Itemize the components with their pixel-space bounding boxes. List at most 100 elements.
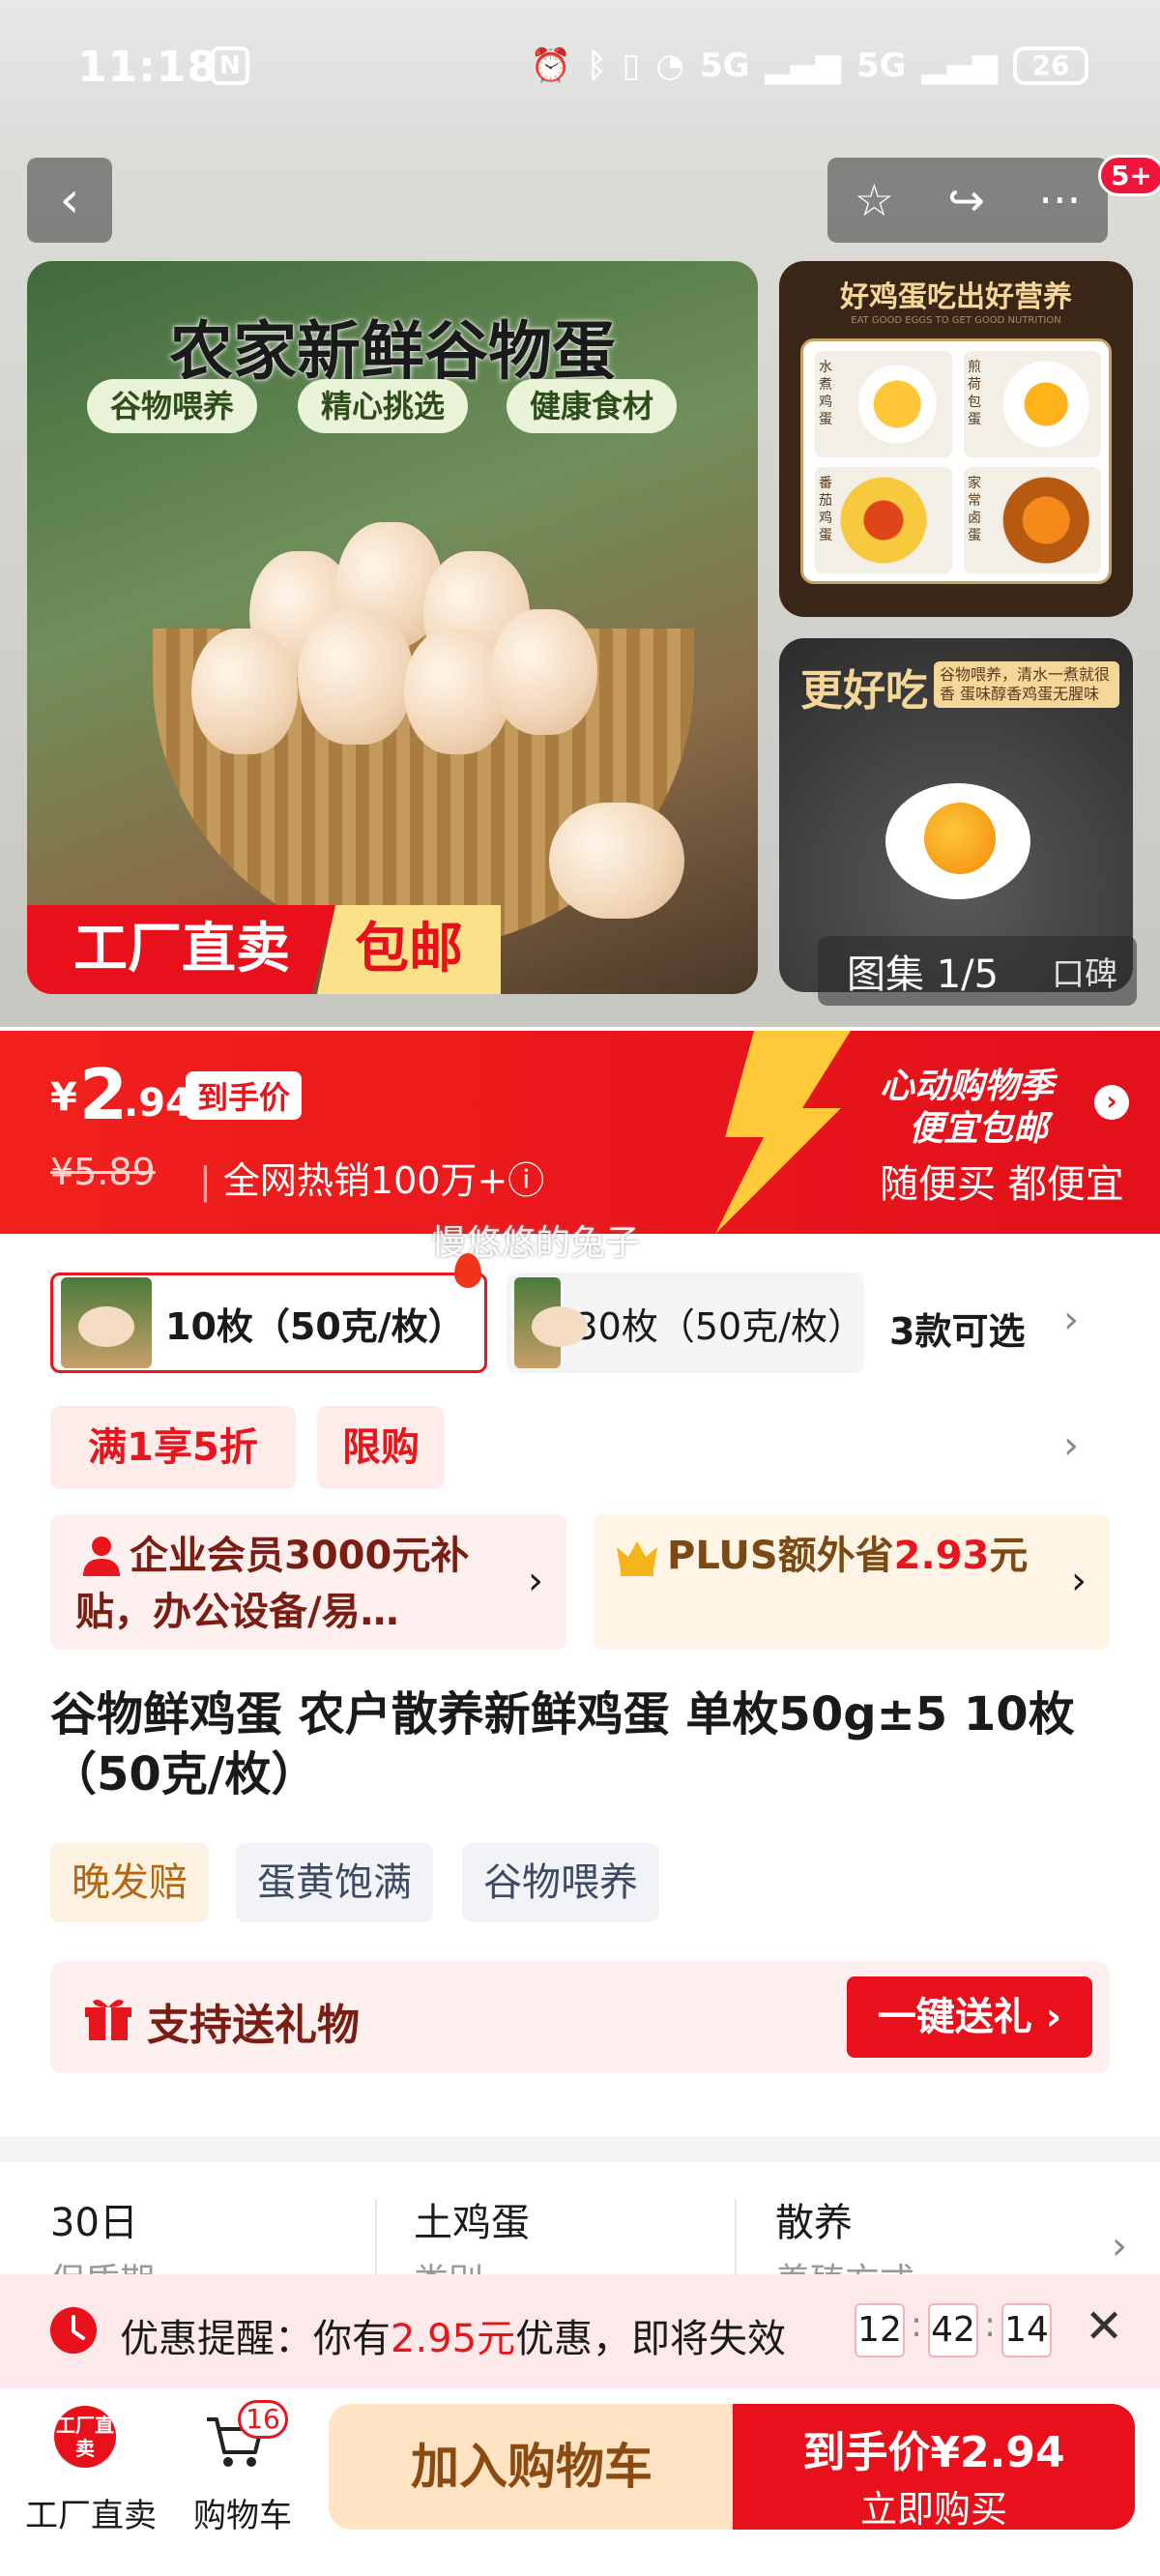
plus-savings-text: PLUS额外省2.93元 xyxy=(667,1534,1029,1578)
discount-chip[interactable]: 满1享5折 xyxy=(50,1406,296,1489)
food-label: 水煮鸡蛋 xyxy=(819,360,832,427)
buy-now-price: 到手价¥2.94 xyxy=(802,2428,1065,2477)
main-product-image[interactable]: 农家新鲜谷物蛋 谷物喂养 精心挑选 健康食材 工厂直卖 包邮 xyxy=(27,261,758,994)
gift-text: 支持送礼物 xyxy=(147,2001,360,2050)
signal2-icon: ▂▄▆ xyxy=(921,46,998,85)
image-tag: 精心挑选 xyxy=(298,379,469,433)
promo-subtitle[interactable]: 便宜包邮 xyxy=(909,1100,1048,1151)
status-time: 11:18 xyxy=(77,43,218,92)
factory-store-icon[interactable]: 工厂直卖 xyxy=(54,2406,116,2468)
chevron-right-icon[interactable]: › xyxy=(1094,1085,1129,1120)
share-icon[interactable]: ↪ xyxy=(947,174,985,226)
signal-icon: ▂▄▆ xyxy=(765,46,841,85)
cart-count-badge: 16 xyxy=(238,2400,288,2439)
price-currency: ¥ xyxy=(50,1075,77,1120)
thumb-subtitle: EAT GOOD EGGS TO GET GOOD NUTRITION xyxy=(851,315,1061,326)
lightning-icon xyxy=(715,1031,851,1234)
wifi-icon: ◔ xyxy=(655,46,684,85)
more-icon[interactable]: ··· xyxy=(1038,174,1081,226)
feature-tag: 谷物喂养 xyxy=(462,1843,659,1922)
thumb-title: 更好吃 xyxy=(800,666,928,716)
back-button[interactable]: ‹ xyxy=(27,158,112,243)
reminder-text: 优惠提醒：你有2.95元优惠，即将失效 xyxy=(120,2317,787,2361)
variant-option[interactable]: 30枚（50克/枚） xyxy=(507,1273,864,1373)
message-badge: 5+ xyxy=(1098,155,1160,196)
variant-option-selected[interactable]: 10枚（50克/枚） xyxy=(50,1273,487,1373)
chevron-right-icon[interactable]: › xyxy=(1063,1298,1079,1342)
vibrate-icon: ▯ xyxy=(622,46,641,85)
product-title: 谷物鲜鸡蛋 农户散养新鲜鸡蛋 单枚50g±5 10枚（50克/枚） xyxy=(50,1687,1075,1801)
reminder-amount: 2.95元 xyxy=(391,2317,516,2361)
variant-label: 30枚（50克/枚） xyxy=(574,1304,864,1348)
variant-thumbnail xyxy=(514,1277,589,1368)
spec-value-shelf-life: 30日 xyxy=(50,2201,138,2245)
buy-now-label: 立即购买 xyxy=(859,2488,1007,2531)
price-decimal: .94 xyxy=(124,1081,192,1126)
image-tag: 谷物喂养 xyxy=(87,379,258,433)
variant-count[interactable]: 3款可选 xyxy=(889,1302,1025,1355)
enterprise-subsidy-card[interactable]: 企业会员3000元补贴，办公设备/易… › xyxy=(50,1514,566,1650)
cart-label[interactable]: 购物车 xyxy=(193,2489,292,2536)
alarm-icon: ⏰ xyxy=(530,46,572,85)
yolk-image xyxy=(924,803,996,874)
bluetooth-icon: ᛒ xyxy=(587,46,607,85)
spec-value-category: 土鸡蛋 xyxy=(414,2201,530,2245)
sales-info[interactable]: | 全网热销100万+ⓘ xyxy=(199,1151,544,1204)
factory-store-label[interactable]: 工厂直卖 xyxy=(25,2489,157,2536)
original-price: ¥5.89 xyxy=(50,1151,156,1193)
egg-image xyxy=(298,609,414,745)
food-label: 番茄鸡蛋 xyxy=(819,476,832,543)
gallery-thumb-nutrition[interactable]: 好鸡蛋吃出好营养 EAT GOOD EGGS TO GET GOOD NUTRI… xyxy=(779,261,1133,617)
thumb-title: 好鸡蛋吃出好营养 xyxy=(840,280,1072,314)
countdown-minutes: 42 xyxy=(928,2303,978,2357)
gallery-counter-text: 图集 1/5 xyxy=(847,952,1000,997)
ribbon-factory: 工厂直卖 xyxy=(27,905,336,994)
variant-label: 10枚（50克/枚） xyxy=(165,1304,465,1348)
service-tag[interactable]: 晚发赔 xyxy=(50,1843,209,1922)
close-icon[interactable]: ✕ xyxy=(1085,2299,1123,2354)
battery-icon: 26 xyxy=(1013,46,1088,85)
gift-row: 支持送礼物 一键送礼 › xyxy=(50,1961,1110,2073)
coupon-reminder[interactable]: 优惠提醒：你有2.95元优惠，即将失效 12 : 42 : 14 ✕ xyxy=(0,2274,1160,2388)
price-integer: 2 xyxy=(79,1054,129,1135)
gift-icon xyxy=(85,2000,131,2040)
network2-icon: 5G xyxy=(856,46,907,85)
plus-amount: 2.93 xyxy=(893,1534,990,1578)
buy-now-button[interactable]: 到手价¥2.94 立即购买 xyxy=(733,2404,1135,2531)
countdown-separator: : xyxy=(984,2305,997,2345)
countdown-separator: : xyxy=(911,2305,923,2345)
ribbon-free-shipping: 包邮 xyxy=(317,905,501,994)
nfc-icon: N xyxy=(211,46,249,85)
chevron-right-icon[interactable]: › xyxy=(1112,2224,1127,2269)
bottom-action-bar: 工厂直卖 工厂直卖 16 购物车 加入购物车 到手价¥2.94 立即购买 xyxy=(0,2388,1160,2576)
clock-icon xyxy=(50,2307,97,2354)
section-divider xyxy=(0,2137,1160,2162)
favorite-icon[interactable]: ☆ xyxy=(855,174,894,226)
hot-icon xyxy=(454,1253,481,1288)
food-grid: 水煮鸡蛋 煎荷包蛋 番茄鸡蛋 家常卤蛋 xyxy=(800,338,1112,584)
feature-tag: 蛋黄饱满 xyxy=(236,1843,433,1922)
chevron-right-icon: › xyxy=(1071,1559,1087,1603)
header-actions: ☆ ↪ ··· xyxy=(827,158,1108,243)
chevron-right-icon[interactable]: › xyxy=(1063,1423,1079,1468)
countdown-seconds: 14 xyxy=(1001,2303,1052,2357)
food-label: 煎荷包蛋 xyxy=(968,360,981,427)
limit-chip[interactable]: 限购 xyxy=(317,1406,445,1489)
network-icon: 5G xyxy=(699,46,750,85)
egg-image xyxy=(549,803,684,919)
enterprise-subsidy-text: 企业会员3000元补贴，办公设备/易… xyxy=(75,1534,470,1634)
plus-savings-card[interactable]: PLUS额外省2.93元 › xyxy=(594,1514,1110,1650)
gallery-counter[interactable]: 图集 1/5 口碑 xyxy=(818,936,1137,1006)
image-ribbon: 工厂直卖 包邮 xyxy=(27,905,510,994)
sales-text: 全网热销100万+ⓘ xyxy=(222,1159,545,1202)
egg-image xyxy=(491,609,597,735)
review-tab[interactable]: 口碑 xyxy=(1052,948,1117,995)
status-icons: ⏰ ᛒ ▯ ◔ 5G ▂▄▆ 5G ▂▄▆ 26 xyxy=(531,46,1088,85)
spec-value-farming: 散养 xyxy=(775,2201,853,2245)
image-tag: 健康食材 xyxy=(507,379,678,433)
add-to-cart-button[interactable]: 加入购物车 xyxy=(329,2404,735,2530)
chevron-right-icon: › xyxy=(528,1559,543,1603)
send-gift-button[interactable]: 一键送礼 › xyxy=(847,1976,1092,2058)
thumb-note: 谷物喂养，清水一煮就很香 蛋味醇香鸡蛋无腥味 xyxy=(934,661,1119,708)
promo-slogan: 随便买 都便宜 xyxy=(880,1162,1124,1207)
